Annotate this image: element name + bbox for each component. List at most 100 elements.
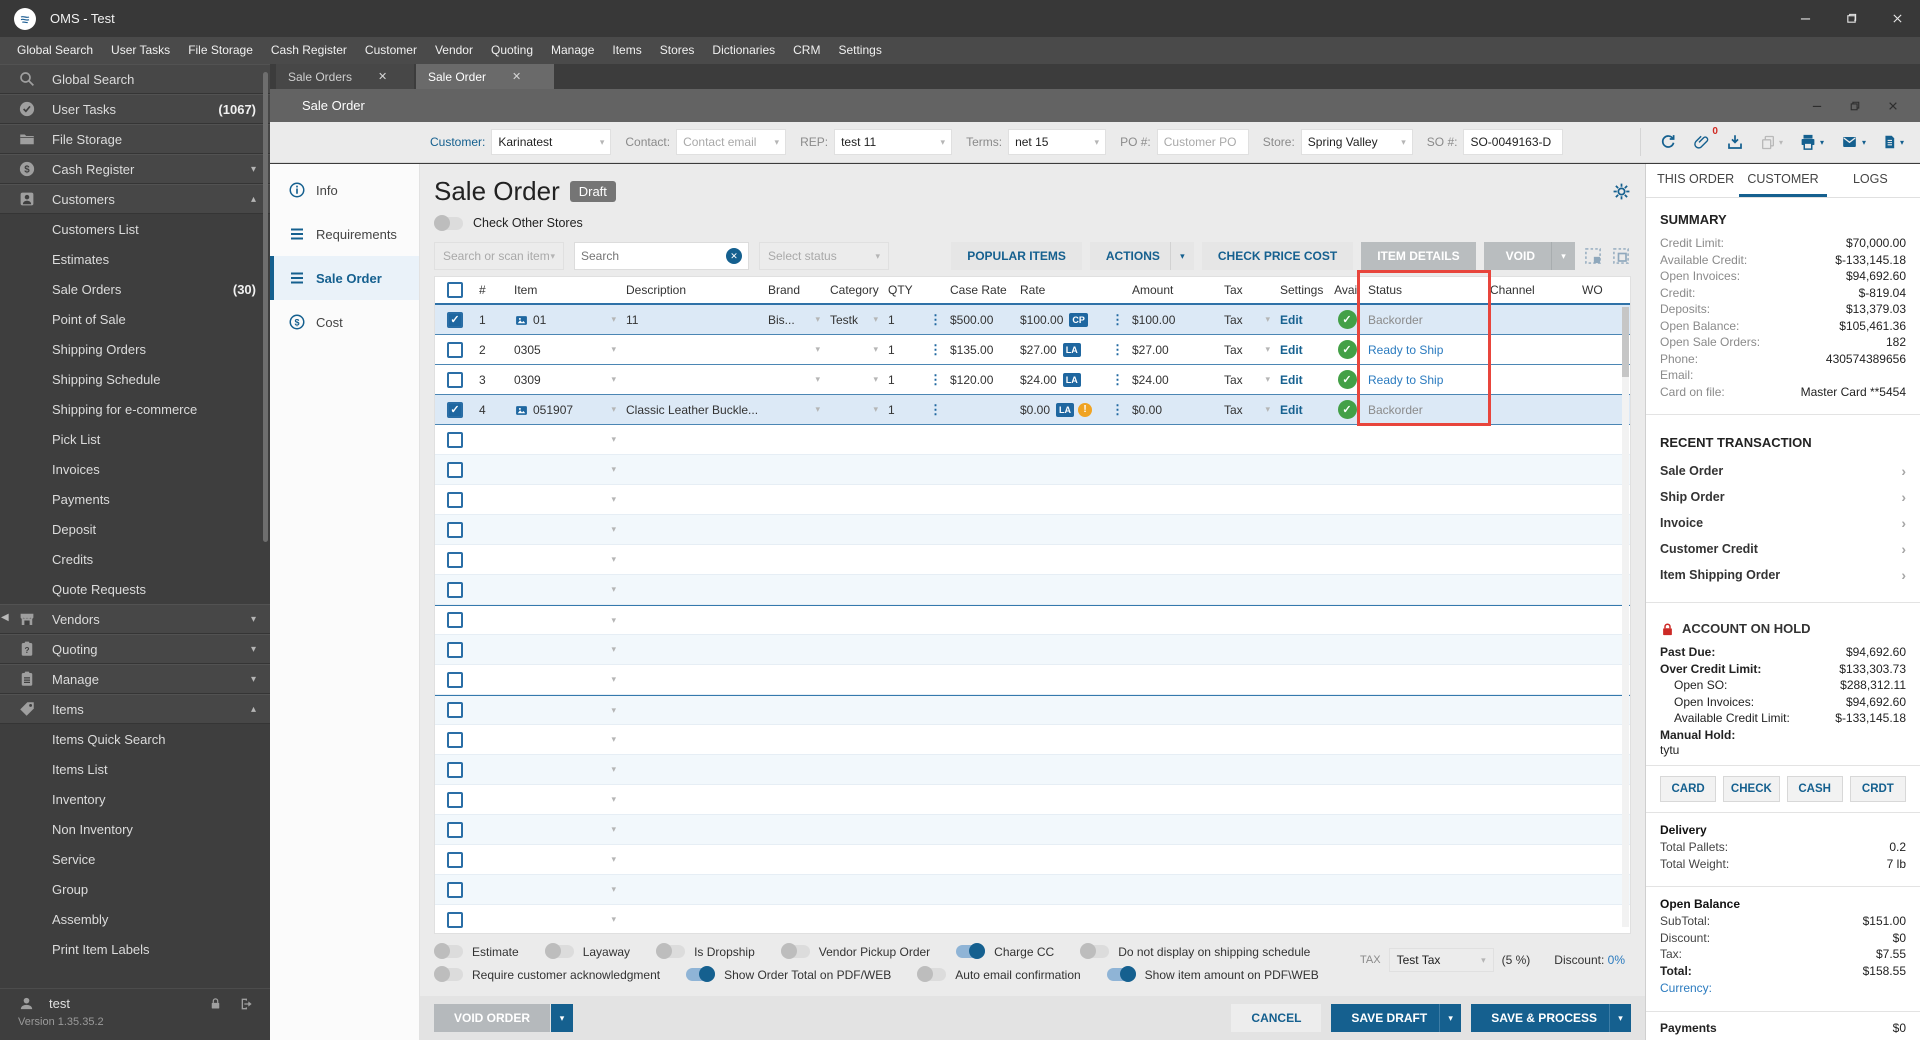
sidebar-item-user-tasks[interactable]: User Tasks (1067): [0, 94, 270, 124]
chevron-down-icon[interactable]: ▾: [611, 314, 618, 325]
row-select-cell[interactable]: [435, 431, 475, 448]
chevron-down-icon[interactable]: ▾: [611, 884, 618, 895]
edit-link[interactable]: Edit: [1280, 313, 1303, 327]
toggle-vendor-pickup-order[interactable]: Vendor Pickup Order: [780, 943, 930, 959]
chevron-down-icon[interactable]: ▾: [873, 374, 880, 385]
settings-cell[interactable]: Edit: [1276, 313, 1330, 327]
email-icon[interactable]: ▾: [1840, 134, 1866, 150]
empty-table-row[interactable]: ▾: [435, 845, 1630, 875]
item-cell[interactable]: 0305 ▾: [510, 343, 622, 357]
toggle-layaway[interactable]: Layaway: [544, 943, 630, 959]
rate-cell[interactable]: $24.00 LA ⋮: [1016, 372, 1128, 388]
toggle-switch[interactable]: [656, 943, 686, 959]
tab-close-icon[interactable]: ✕: [378, 70, 387, 83]
row-checkbox[interactable]: ✓: [447, 311, 463, 328]
item-cell[interactable]: 01 ▾: [510, 313, 622, 327]
item-cell[interactable]: ▾: [510, 434, 622, 445]
save-process-dropdown-icon[interactable]: ▾: [1609, 1004, 1631, 1032]
save-draft-dropdown-icon[interactable]: ▾: [1439, 1004, 1462, 1032]
save-draft-button[interactable]: SAVE DRAFT: [1331, 1004, 1448, 1032]
toggle-switch[interactable]: [780, 943, 810, 959]
recent-link-customer-credit[interactable]: Customer Credit ›: [1660, 536, 1906, 562]
item-cell[interactable]: ▾: [510, 854, 622, 865]
actions-button[interactable]: ACTIONS: [1089, 242, 1176, 270]
currency-link[interactable]: Currency:: [1660, 979, 1906, 997]
qty-cell[interactable]: 1 ⋮: [884, 372, 946, 388]
settings-cell[interactable]: Edit: [1276, 373, 1330, 387]
table-row[interactable]: ✓ 4 051907 ▾ Classic Leather Buckle... ▾ ▾ 1 ⋮ $0…: [435, 395, 1630, 425]
column-header-channel[interactable]: Channel: [1486, 283, 1578, 297]
store-select[interactable]: Spring Valley ▾: [1300, 129, 1413, 155]
item-cell[interactable]: ▾: [510, 615, 622, 626]
menubar-item-items[interactable]: Items: [603, 37, 650, 64]
chevron-down-icon[interactable]: ▾: [1265, 344, 1272, 355]
qty-options-icon[interactable]: ⋮: [929, 402, 942, 418]
pay-button-card[interactable]: CARD: [1660, 776, 1717, 802]
row-select-cell[interactable]: [435, 491, 475, 508]
panel-tab-logs[interactable]: LOGS: [1827, 164, 1914, 197]
column-header-select[interactable]: [435, 282, 475, 298]
toggle-show-order-total-on-pdf-web[interactable]: Show Order Total on PDF/WEB: [686, 966, 891, 982]
status-cell[interactable]: Backorder: [1364, 313, 1486, 327]
rep-select[interactable]: test 11 ▾: [834, 129, 953, 155]
chevron-down-icon[interactable]: ▾: [873, 404, 880, 415]
row-select-cell[interactable]: [435, 881, 475, 898]
qty-cell[interactable]: 1 ⋮: [884, 342, 946, 358]
column-header-tax[interactable]: Tax: [1220, 283, 1276, 297]
sidebar-item-quoting[interactable]: ? Quoting ▾: [0, 634, 270, 664]
chevron-down-icon[interactable]: ▾: [611, 374, 618, 385]
toggle-switch[interactable]: [1106, 966, 1136, 982]
chevron-down-icon[interactable]: ▾: [611, 584, 618, 595]
tax-select[interactable]: Test Tax ▾: [1388, 948, 1494, 972]
status-cell[interactable]: Backorder: [1364, 403, 1486, 417]
settings-cell[interactable]: Edit: [1276, 343, 1330, 357]
menubar-item-settings[interactable]: Settings: [829, 37, 890, 64]
item-cell[interactable]: ▾: [510, 524, 622, 535]
item-cell[interactable]: 051907 ▾: [510, 403, 622, 417]
item-cell[interactable]: ▾: [510, 824, 622, 835]
chevron-down-icon[interactable]: ▾: [611, 764, 618, 775]
qty-options-icon[interactable]: ⋮: [929, 342, 942, 358]
column-header-status[interactable]: Status: [1364, 283, 1486, 297]
tab-sale-orders[interactable]: Sale Orders ✕: [276, 64, 414, 89]
row-select-cell[interactable]: [435, 521, 475, 538]
column-header-rate[interactable]: Rate: [1016, 283, 1128, 297]
row-select-cell[interactable]: [435, 551, 475, 568]
row-checkbox[interactable]: [447, 612, 463, 628]
recent-link-ship-order[interactable]: Ship Order ›: [1660, 484, 1906, 510]
chevron-down-icon[interactable]: ▾: [611, 854, 618, 865]
chevron-down-icon[interactable]: ▾: [611, 914, 618, 925]
chevron-down-icon[interactable]: ▾: [611, 734, 618, 745]
tax-cell[interactable]: Tax ▾: [1220, 403, 1276, 417]
minimize-icon[interactable]: [1782, 0, 1828, 37]
edit-link[interactable]: Edit: [1280, 403, 1303, 417]
chevron-down-icon[interactable]: ▾: [611, 464, 618, 475]
close-icon[interactable]: [1874, 0, 1920, 37]
mdi-restore-icon[interactable]: [1838, 94, 1872, 118]
status-cell[interactable]: Ready to Ship: [1364, 373, 1486, 387]
gear-icon[interactable]: [1612, 182, 1631, 201]
sidebar-item-invoices[interactable]: Invoices: [0, 454, 270, 484]
row-select-cell[interactable]: [435, 702, 475, 718]
terms-select[interactable]: net 15 ▾: [1008, 129, 1107, 155]
chevron-down-icon[interactable]: ▾: [611, 554, 618, 565]
rate-options-icon[interactable]: ⋮: [1111, 402, 1124, 418]
menubar-item-vendor[interactable]: Vendor: [426, 37, 482, 64]
customer-label[interactable]: Customer:: [430, 135, 485, 149]
sidebar-item-items-list[interactable]: Items List: [0, 754, 270, 784]
sidebar-item-quote-requests[interactable]: Quote Requests: [0, 574, 270, 604]
chevron-down-icon[interactable]: ▾: [611, 705, 618, 716]
row-checkbox[interactable]: [447, 702, 463, 718]
print-icon[interactable]: ▾: [1799, 133, 1824, 151]
tax-cell[interactable]: Tax ▾: [1220, 313, 1276, 327]
document-export-icon[interactable]: ▾: [1882, 133, 1904, 151]
item-cell[interactable]: ▾: [510, 494, 622, 505]
rate-cell[interactable]: $0.00 LA! ⋮: [1016, 402, 1128, 418]
table-scrollbar[interactable]: [1622, 307, 1629, 927]
empty-table-row[interactable]: ▾: [435, 725, 1630, 755]
row-checkbox[interactable]: [447, 371, 463, 388]
column-header-description[interactable]: Description: [622, 283, 764, 297]
popular-items-button[interactable]: POPULAR ITEMS: [951, 242, 1082, 270]
sidebar-item-estimates[interactable]: Estimates: [0, 244, 270, 274]
toggle-switch[interactable]: [434, 943, 463, 959]
